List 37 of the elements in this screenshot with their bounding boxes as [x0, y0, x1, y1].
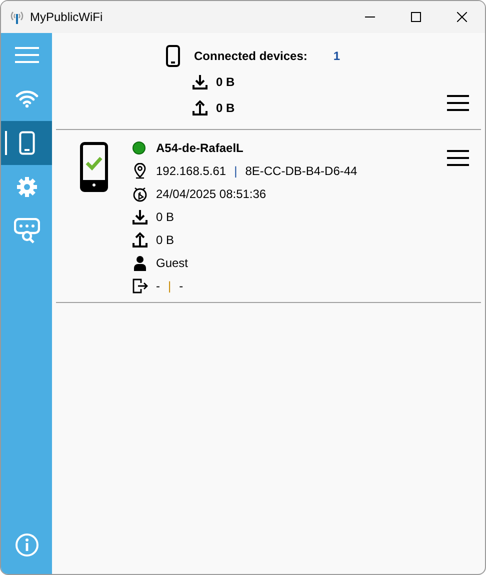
upload-icon [192, 100, 208, 116]
connected-time: 24/04/2025 08:51:36 [156, 187, 266, 201]
upload-amount: 0 B [156, 233, 174, 247]
phone-icon[interactable] [18, 131, 34, 155]
close-icon [457, 12, 467, 22]
info-icon[interactable] [14, 533, 38, 557]
gear-icon[interactable] [16, 176, 38, 198]
web-search-icon[interactable] [14, 218, 40, 244]
separator: | [234, 164, 238, 178]
wifi-icon[interactable] [14, 90, 38, 108]
upload-total: 0 B [216, 101, 235, 115]
phone-check-icon [80, 142, 108, 192]
download-total: 0 B [216, 75, 235, 89]
menu-icon[interactable] [447, 95, 469, 111]
logout-icon [132, 278, 148, 294]
separator: | [168, 279, 172, 293]
sidebar-item[interactable] [1, 121, 52, 165]
phone-icon [166, 45, 180, 67]
user-icon [132, 255, 148, 271]
session-end: - [179, 279, 184, 293]
connected-devices-label: Connected devices: [194, 49, 308, 63]
mac-address: 8E-CC-DB-B4-D6-44 [245, 164, 358, 178]
window-title: MyPublicWiFi [30, 10, 104, 24]
timer-icon [132, 186, 148, 202]
maximize-icon [411, 12, 421, 22]
user-role: Guest [156, 256, 188, 270]
ip-address: 192.168.5.61 [156, 164, 226, 178]
antenna-icon [10, 10, 24, 24]
download-icon [132, 209, 148, 225]
device-name: A54-de-RafaelL [156, 141, 244, 155]
location-pin-icon [132, 163, 148, 179]
download-icon [192, 74, 208, 90]
session-start: - [156, 279, 160, 293]
device-count: 1 [333, 49, 340, 63]
download-amount: 0 B [156, 210, 174, 224]
upload-icon [132, 232, 148, 248]
menu-icon[interactable] [447, 150, 469, 166]
